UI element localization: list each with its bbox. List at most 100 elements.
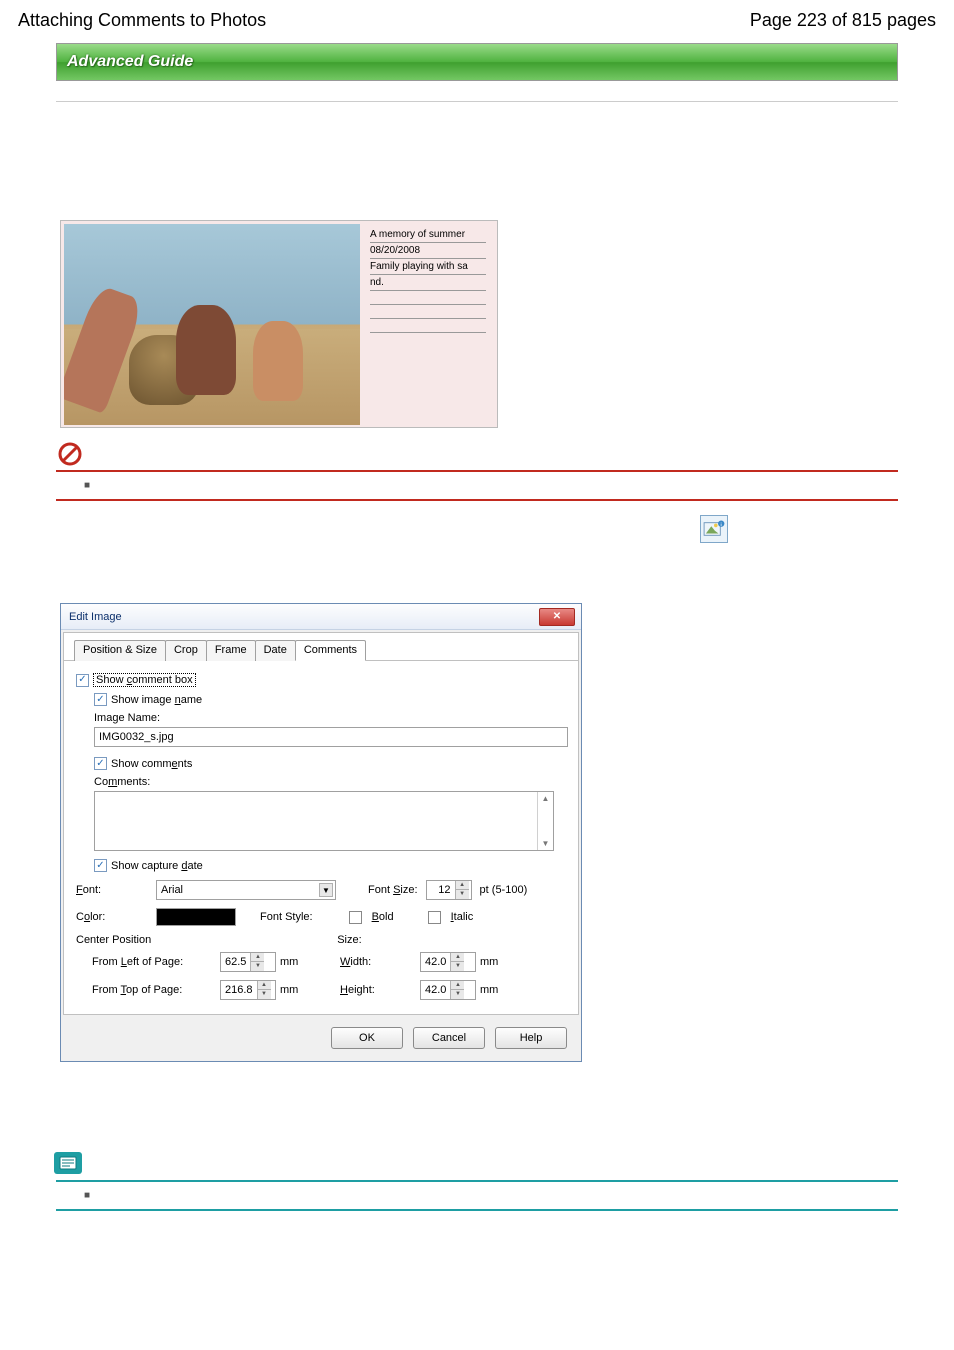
comment-overlay: A memory of summer 08/20/2008 Family pla…	[366, 224, 490, 424]
width-label: Width:	[340, 956, 420, 968]
show-image-name-label: Show image name	[111, 694, 202, 706]
mm-label: mm	[480, 984, 498, 996]
position-size-grid: From Left of Page: 62.5 ▲▼ mm Width: 42.…	[80, 952, 566, 1000]
spin-up-icon[interactable]: ▲	[450, 981, 464, 990]
show-comment-box-checkbox[interactable]: ✓	[76, 674, 89, 687]
preview-image	[64, 224, 360, 425]
from-left-spinner[interactable]: 62.5 ▲▼	[220, 952, 276, 972]
width-spinner[interactable]: 42.0 ▲▼	[420, 952, 476, 972]
tab-position-size[interactable]: Position & Size	[74, 640, 166, 661]
important-bullet: ■	[84, 480, 90, 491]
ok-button[interactable]: OK	[331, 1027, 403, 1049]
mm-label: mm	[480, 956, 498, 968]
from-left-value: 62.5	[221, 956, 250, 968]
comments-textarea[interactable]: ▲ ▼	[94, 791, 554, 851]
photo-preview: A memory of summer 08/20/2008 Family pla…	[60, 220, 498, 428]
spin-up-icon[interactable]: ▲	[455, 881, 469, 890]
spin-down-icon[interactable]: ▼	[257, 990, 271, 999]
size-label: Size:	[337, 934, 361, 946]
font-label: Font:	[76, 884, 148, 896]
tab-crop[interactable]: Crop	[165, 640, 207, 661]
chevron-down-icon: ▼	[319, 883, 333, 897]
font-style-label: Font Style:	[260, 911, 313, 923]
page-indicator: Page 223 of 815 pages	[750, 10, 936, 31]
bold-checkbox[interactable]	[349, 911, 362, 924]
font-size-range: pt (5-100)	[480, 884, 528, 896]
image-name-label: Image Name:	[94, 712, 566, 724]
show-capture-date-row: ✓ Show capture date	[94, 859, 566, 872]
guide-banner-text: Advanced Guide	[67, 53, 193, 71]
spin-up-icon[interactable]: ▲	[450, 953, 464, 962]
dialog-tabs: Position & Size Crop Frame Date Comments	[63, 632, 579, 660]
font-size-value: 12	[427, 884, 455, 896]
comments-label: Comments:	[94, 776, 566, 788]
svg-text:i: i	[721, 522, 722, 527]
show-comment-box-row: ✓ Show comment box	[76, 673, 566, 687]
dialog-titlebar: Edit Image ✕	[61, 604, 581, 630]
spin-down-icon[interactable]: ▼	[450, 990, 464, 999]
color-label: Color:	[76, 911, 148, 923]
close-button[interactable]: ✕	[539, 608, 575, 626]
comment-line-blank2	[370, 306, 486, 319]
font-size-spinner[interactable]: 12 ▲ ▼	[426, 880, 472, 900]
show-image-name-checkbox[interactable]: ✓	[94, 693, 107, 706]
tab-body: ✓ Show comment box ✓ Show image name Ima…	[63, 660, 579, 1015]
width-value: 42.0	[421, 956, 450, 968]
image-name-input[interactable]	[94, 727, 568, 747]
important-icon	[58, 442, 82, 466]
show-comment-box-label: Show comment box	[93, 673, 196, 687]
note-row: ■	[56, 1180, 898, 1211]
dialog-buttons: OK Cancel Help	[61, 1017, 581, 1061]
spin-up-icon[interactable]: ▲	[257, 981, 271, 990]
image-info-icon[interactable]: i	[700, 515, 728, 543]
comments-scrollbar[interactable]: ▲ ▼	[537, 792, 553, 850]
dialog-title-text: Edit Image	[69, 611, 122, 623]
mm-label: mm	[280, 984, 298, 996]
spin-down-icon[interactable]: ▼	[450, 962, 464, 971]
cancel-button[interactable]: Cancel	[413, 1027, 485, 1049]
italic-checkbox[interactable]	[428, 911, 441, 924]
from-top-value: 216.8	[221, 984, 257, 996]
scroll-down-icon: ▼	[542, 839, 550, 848]
spin-down-icon[interactable]: ▼	[455, 890, 469, 899]
comment-line4: nd.	[370, 276, 486, 291]
show-comments-label: Show comments	[111, 758, 192, 770]
edit-image-dialog: Edit Image ✕ Position & Size Crop Frame …	[60, 603, 582, 1062]
tab-frame[interactable]: Frame	[206, 640, 256, 661]
font-row: Font: Arial ▼ Font Size: 12 ▲ ▼ pt (5-10…	[76, 880, 566, 900]
color-row: Color: Font Style: Bold Italic	[76, 908, 566, 926]
font-size-label: Font Size:	[368, 884, 418, 896]
help-button[interactable]: Help	[495, 1027, 567, 1049]
bold-label: Bold	[372, 911, 394, 923]
tab-date[interactable]: Date	[255, 640, 296, 661]
mm-label: mm	[280, 956, 298, 968]
guide-banner: Advanced Guide	[56, 43, 898, 81]
height-value: 42.0	[421, 984, 450, 996]
show-capture-date-label: Show capture date	[111, 860, 203, 872]
comment-line2: 08/20/2008	[370, 244, 486, 259]
center-position-label: Center Position	[76, 934, 151, 946]
note-icon	[54, 1152, 82, 1174]
height-spinner[interactable]: 42.0 ▲▼	[420, 980, 476, 1000]
show-image-name-row: ✓ Show image name	[94, 693, 566, 706]
spin-up-icon[interactable]: ▲	[250, 953, 264, 962]
show-capture-date-checkbox[interactable]: ✓	[94, 859, 107, 872]
comment-line-blank1	[370, 292, 486, 305]
scroll-up-icon: ▲	[542, 794, 550, 803]
tab-comments[interactable]: Comments	[295, 640, 366, 661]
comment-line3: Family playing with sa	[370, 260, 486, 275]
note-bullet: ■	[84, 1190, 90, 1201]
comment-line1: A memory of summer	[370, 228, 486, 243]
show-comments-checkbox[interactable]: ✓	[94, 757, 107, 770]
page-title: Attaching Comments to Photos	[18, 10, 266, 31]
close-icon: ✕	[553, 611, 561, 622]
from-top-spinner[interactable]: 216.8 ▲▼	[220, 980, 276, 1000]
font-value: Arial	[161, 884, 183, 896]
show-comments-row: ✓ Show comments	[94, 757, 566, 770]
separator	[56, 101, 898, 102]
important-note-row: ■	[56, 470, 898, 501]
font-select[interactable]: Arial ▼	[156, 880, 336, 900]
color-swatch[interactable]	[156, 908, 236, 926]
spin-down-icon[interactable]: ▼	[250, 962, 264, 971]
from-left-label: From Left of Page:	[80, 956, 220, 968]
